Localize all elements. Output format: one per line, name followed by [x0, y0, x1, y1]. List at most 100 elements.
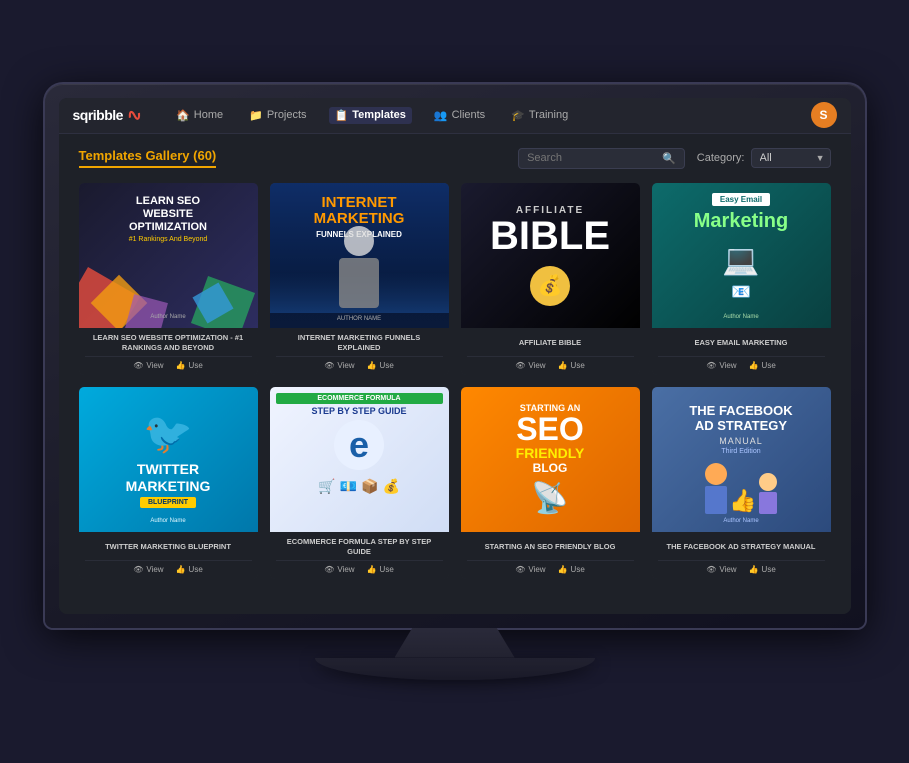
cover-email: Easy Email Marketing 💻 📧 Author Name [652, 183, 831, 328]
view-action-ecommerce[interactable]: 👁 View [324, 565, 354, 574]
template-card-seo-friendly[interactable]: STARTING AN SEO FRIENDLY Blog 📡 STARTING… [461, 387, 640, 579]
cover-facebook-sub: MANUAL [719, 436, 763, 446]
nav-item-home[interactable]: 🏠 Home [172, 107, 227, 124]
monitor-stand-base [315, 658, 595, 680]
view-action-affiliate[interactable]: 👁 View [515, 361, 545, 370]
nav-item-projects-label: Projects [267, 109, 307, 121]
template-thumb-facebook-ad: THE FACEBOOKAD STRATEGY MANUAL Third Edi… [652, 387, 831, 532]
template-footer-seo-friendly: STARTING AN SEO FRIENDLY BLOG 👁 View 👍 U… [461, 532, 640, 579]
template-name-learn-seo: LEARN SEO WEBSITE OPTIMIZATION - #1 RANK… [85, 333, 252, 353]
view-action-seo-friendly[interactable]: 👁 View [515, 565, 545, 574]
nav-item-training-label: Training [529, 109, 568, 121]
app-logo: sqribble ∿ [73, 105, 143, 126]
author-name-email: Author Name [652, 314, 831, 320]
gallery-controls: 🔍 Category: All Business Marketing Healt… [518, 148, 830, 169]
use-action-learn-seo[interactable]: 👍 Use [176, 361, 203, 370]
template-card-facebook-ad[interactable]: THE FACEBOOKAD STRATEGY MANUAL Third Edi… [652, 387, 831, 579]
user-avatar[interactable]: S [811, 102, 837, 128]
template-footer-twitter: TWITTER MARKETING BLUEPRINT 👁 View 👍 Use [79, 532, 258, 579]
template-footer-learn-seo: LEARN SEO WEBSITE OPTIMIZATION - #1 RANK… [79, 328, 258, 375]
template-actions-affiliate-bible: 👁 View 👍 Use [467, 356, 634, 372]
use-action-ecommerce[interactable]: 👍 Use [367, 565, 394, 574]
template-actions-ecommerce: 👁 View 👍 Use [276, 560, 443, 576]
template-thumb-seo-friendly: STARTING AN SEO FRIENDLY Blog 📡 [461, 387, 640, 532]
search-icon: 🔍 [662, 152, 676, 165]
use-action-seo-friendly[interactable]: 👍 Use [558, 565, 585, 574]
nav-item-templates[interactable]: 📋 Templates [329, 107, 412, 124]
cover-facebook-edition: Third Edition [721, 448, 760, 455]
category-label: Category: [697, 152, 745, 164]
view-action-learn-seo[interactable]: 👁 View [133, 361, 163, 370]
use-action-email[interactable]: 👍 Use [749, 361, 776, 370]
monitor-bezel: sqribble ∿ 🏠 Home 📁 Projects 📋 Templates [45, 84, 865, 628]
search-input[interactable] [527, 152, 657, 164]
template-actions-seo-friendly: 👁 View 👍 Use [467, 560, 634, 576]
author-name-internet: AUTHOR NAME [270, 316, 449, 322]
view-action-internet[interactable]: 👁 View [324, 361, 354, 370]
template-name-facebook-ad: THE FACEBOOK AD STRATEGY MANUAL [658, 537, 825, 557]
projects-icon: 📁 [249, 109, 263, 122]
nav-item-clients-label: Clients [452, 109, 486, 121]
template-card-easy-email[interactable]: Easy Email Marketing 💻 📧 Author Name EAS… [652, 183, 831, 375]
template-card-internet-marketing[interactable]: INTERNETMARKETING FUNNELS EXPLAINED AUTH… [270, 183, 449, 375]
training-icon: 🎓 [511, 109, 525, 122]
template-thumb-twitter: 🐦 TWITTERMARKETING BLUEPRINT Author Name [79, 387, 258, 532]
category-dropdown[interactable]: All Business Marketing Health Finance [751, 148, 831, 168]
use-action-internet[interactable]: 👍 Use [367, 361, 394, 370]
template-card-affiliate-bible[interactable]: AFFILIATE BIBLE 💰 AFFILIATE BIBLE [461, 183, 640, 375]
category-wrapper: All Business Marketing Health Finance ▼ [751, 148, 831, 168]
use-action-facebook[interactable]: 👍 Use [749, 565, 776, 574]
template-footer-ecommerce: ECOMMERCE FORMULA STEP BY STEP GUIDE 👁 V… [270, 532, 449, 579]
cover-affiliate: AFFILIATE BIBLE 💰 [461, 183, 640, 328]
template-footer-facebook-ad: THE FACEBOOK AD STRATEGY MANUAL 👁 View 👍… [652, 532, 831, 579]
templates-icon: 📋 [335, 109, 349, 122]
template-name-internet-marketing: INTERNET MARKETING FUNNELS EXPLAINED [276, 333, 443, 353]
cover-seo-friendly: STARTING AN SEO FRIENDLY Blog 📡 [461, 387, 640, 532]
template-thumb-ecommerce: ECOMMERCE FORMULA STEP BY STEP GUIDE e 🛒… [270, 387, 449, 532]
template-card-ecommerce[interactable]: ECOMMERCE FORMULA STEP BY STEP GUIDE e 🛒… [270, 387, 449, 579]
use-action-twitter[interactable]: 👍 Use [176, 565, 203, 574]
monitor-screen: sqribble ∿ 🏠 Home 📁 Projects 📋 Templates [59, 98, 851, 614]
app-content: Templates Gallery (60) 🔍 Category: All [59, 134, 851, 614]
app-navbar: sqribble ∿ 🏠 Home 📁 Projects 📋 Templates [59, 98, 851, 134]
cover-internet: INTERNETMARKETING FUNNELS EXPLAINED AUTH… [270, 183, 449, 328]
view-action-twitter[interactable]: 👁 View [133, 565, 163, 574]
template-name-easy-email: EASY EMAIL MARKETING [658, 333, 825, 353]
nav-item-projects[interactable]: 📁 Projects [245, 107, 310, 124]
template-footer-easy-email: EASY EMAIL MARKETING 👁 View 👍 Use [652, 328, 831, 375]
category-select: Category: All Business Marketing Health … [697, 148, 831, 168]
template-name-affiliate-bible: AFFILIATE BIBLE [467, 333, 634, 353]
template-actions-internet-marketing: 👁 View 👍 Use [276, 356, 443, 372]
cover-ecommerce-badge: ECOMMERCE FORMULA [276, 393, 443, 404]
author-name-facebook: Author Name [652, 518, 831, 524]
monitor-stand-neck [395, 628, 515, 658]
nav-item-training[interactable]: 🎓 Training [507, 107, 572, 124]
logo-text: sqribble [73, 107, 123, 123]
cover-internet-title: INTERNETMARKETING [314, 195, 405, 228]
clients-icon: 👥 [434, 109, 448, 122]
nav-item-home-label: Home [194, 109, 223, 121]
cover-seo-subtitle: #1 Rankings And Beyond [129, 236, 208, 243]
template-thumb-easy-email: Easy Email Marketing 💻 📧 Author Name [652, 183, 831, 328]
cover-email-badge: Easy Email [712, 193, 770, 206]
view-action-email[interactable]: 👁 View [706, 361, 736, 370]
twitter-bird-icon: 🐦 [143, 410, 193, 457]
template-footer-affiliate-bible: AFFILIATE BIBLE 👁 View 👍 Use [461, 328, 640, 375]
cover-affiliate-bible: BIBLE [490, 216, 610, 256]
template-thumb-internet-marketing: INTERNETMARKETING FUNNELS EXPLAINED AUTH… [270, 183, 449, 328]
use-action-affiliate[interactable]: 👍 Use [558, 361, 585, 370]
view-action-facebook[interactable]: 👁 View [706, 565, 736, 574]
cover-ecommerce-title: STEP BY STEP GUIDE [311, 406, 406, 416]
cover-facebook: THE FACEBOOKAD STRATEGY MANUAL Third Edi… [652, 387, 831, 532]
template-thumb-learn-seo: LEARN SEOWEBSITEOPTIMIZATION #1 Rankings… [79, 183, 258, 328]
template-card-twitter[interactable]: 🐦 TWITTERMARKETING BLUEPRINT Author Name… [79, 387, 258, 579]
cover-twitter: 🐦 TWITTERMARKETING BLUEPRINT Author Name [79, 387, 258, 532]
nav-item-templates-label: Templates [352, 109, 406, 121]
template-card-learn-seo[interactable]: LEARN SEOWEBSITEOPTIMIZATION #1 Rankings… [79, 183, 258, 375]
cover-email-title: Marketing [694, 210, 788, 233]
template-thumb-affiliate-bible: AFFILIATE BIBLE 💰 [461, 183, 640, 328]
gallery-title: Templates Gallery (60) [79, 148, 217, 168]
author-name-twitter: Author Name [79, 518, 258, 524]
logo-squiggle: ∿ [125, 103, 145, 127]
nav-item-clients[interactable]: 👥 Clients [430, 107, 489, 124]
